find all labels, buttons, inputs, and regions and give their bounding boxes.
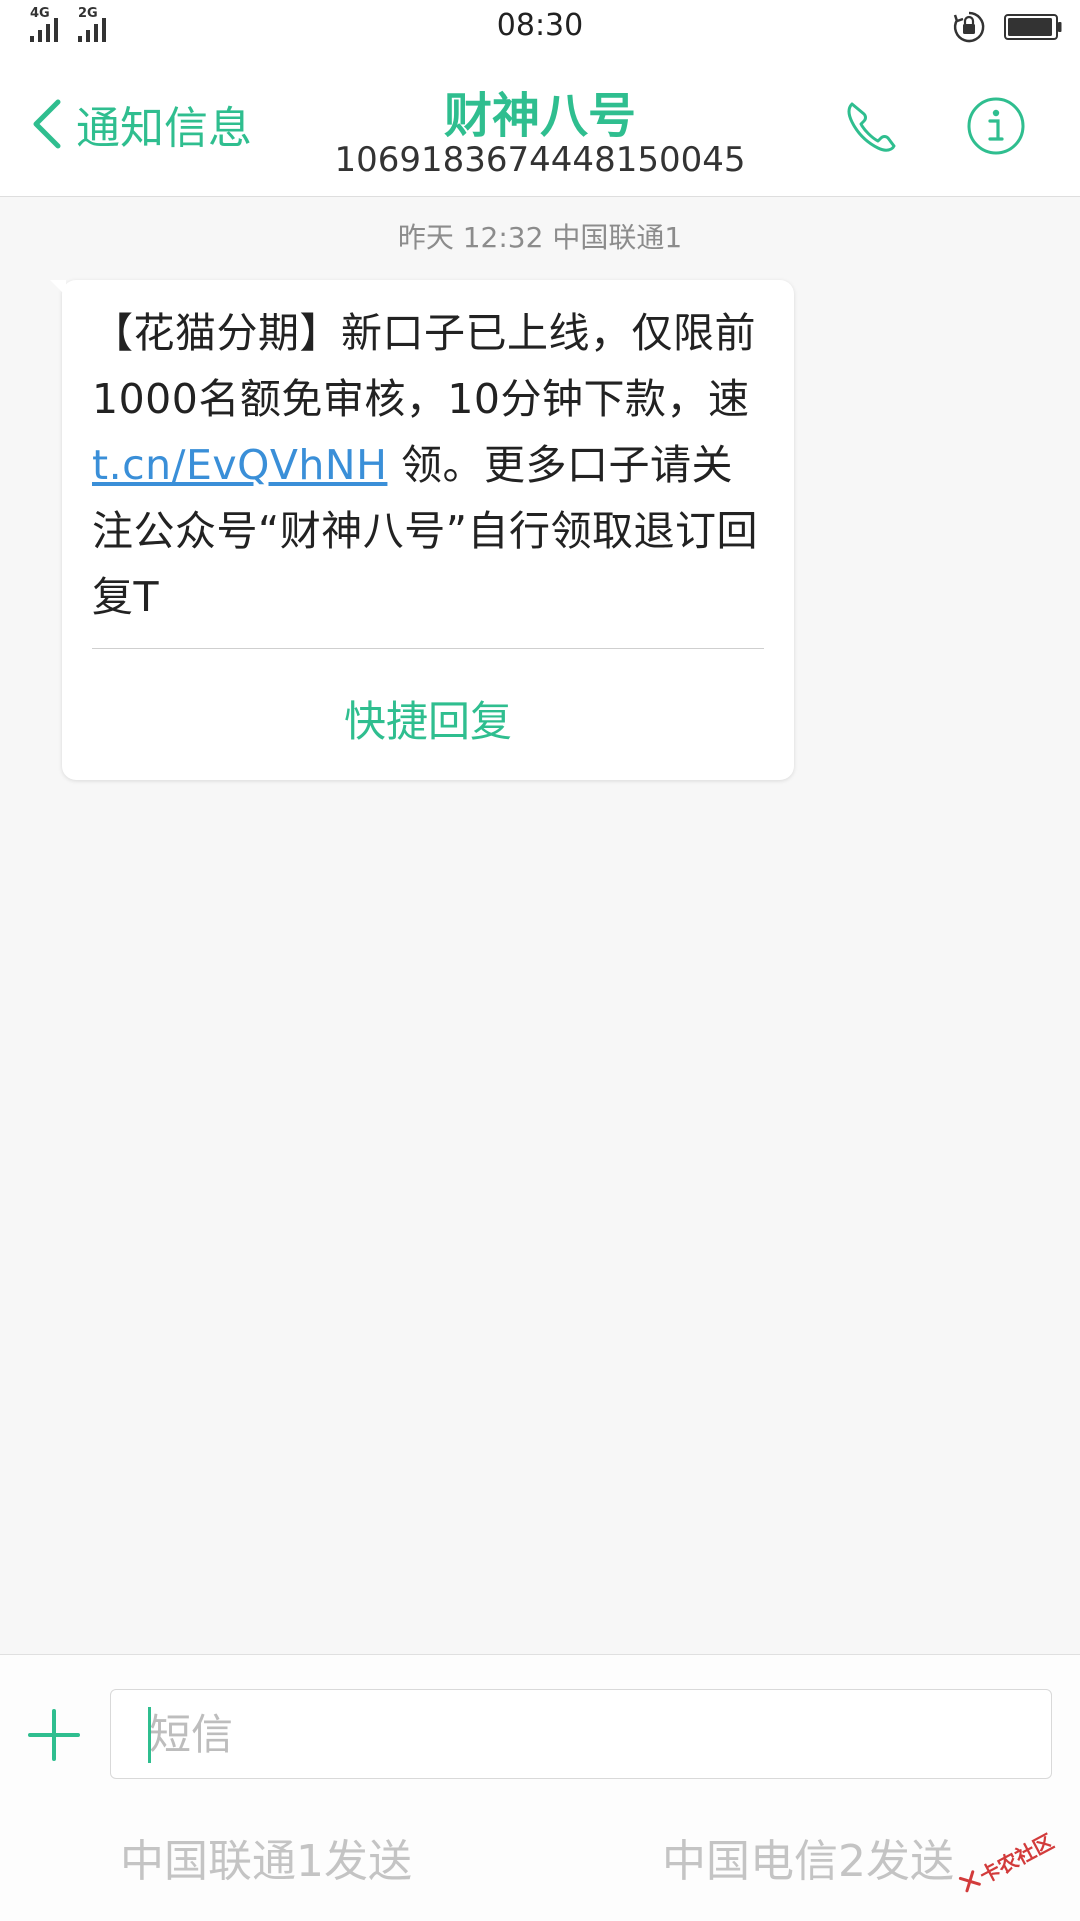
rotation-lock-icon: [953, 11, 985, 43]
input-caret: [148, 1707, 151, 1763]
send-sim1-button[interactable]: 中国联通1发送: [120, 1825, 412, 1889]
message-text: 【花猫分期】新口子已上线，仅限前1000名额免审核，10分钟下款，速 t.cn/…: [92, 300, 772, 630]
message-text-before-link: 【花猫分期】新口子已上线，仅限前1000名额免审核，10分钟下款，速: [92, 309, 756, 423]
message-timestamp: 昨天 12:32 中国联通1: [397, 221, 683, 254]
battery-icon: [1004, 14, 1062, 40]
send-sim2-button[interactable]: 中国电信2发送: [662, 1825, 954, 1889]
bubble-tail: [50, 280, 66, 296]
bubble-divider: [92, 648, 764, 649]
plus-icon[interactable]: [26, 1707, 82, 1763]
message-link[interactable]: t.cn/EvQVhNH: [92, 441, 387, 489]
conversation-header: 通知信息 财神八号 1069183674448150045: [0, 56, 1080, 197]
quick-reply-button[interactable]: 快捷回复: [62, 688, 794, 749]
status-bar: 4G 2G 08:30: [0, 0, 1080, 56]
message-bubble[interactable]: 【花猫分期】新口子已上线，仅限前1000名额免审核，10分钟下款，速 t.cn/…: [50, 280, 794, 780]
compose-area: 中国联通1发送 中国电信2发送: [0, 1654, 1080, 1921]
contact-name: 财神八号: [443, 88, 636, 144]
info-icon[interactable]: [966, 96, 1026, 156]
phone-icon[interactable]: [842, 96, 900, 156]
message-input[interactable]: [110, 1689, 1052, 1779]
contact-number: 1069183674448150045: [334, 140, 746, 180]
status-time: 08:30: [496, 8, 584, 43]
